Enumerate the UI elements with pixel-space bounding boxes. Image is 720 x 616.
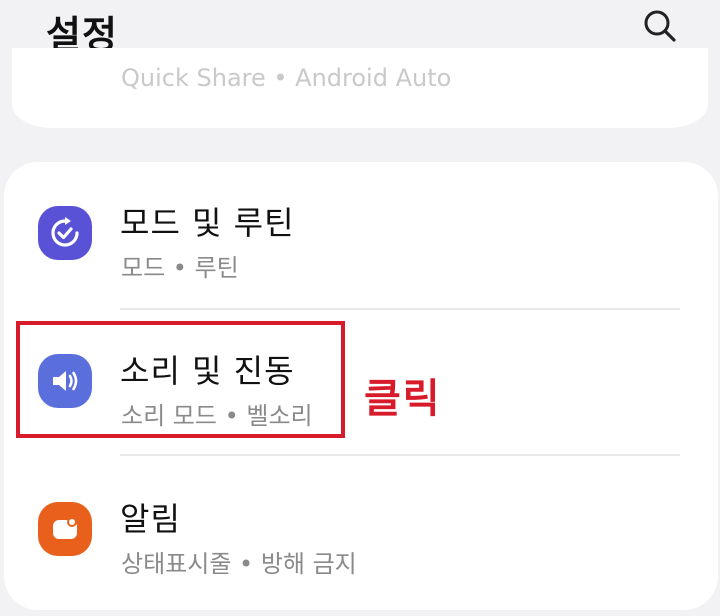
previous-card-subtitle: Quick Share • Android Auto [121, 64, 452, 92]
item-title: 모드 및 루틴 [120, 204, 295, 242]
previous-settings-card[interactable]: Quick Share • Android Auto [12, 48, 708, 128]
notification-icon [38, 502, 92, 556]
search-button[interactable] [638, 4, 682, 48]
search-icon [644, 10, 676, 42]
divider [120, 308, 680, 310]
click-annotation: 클릭 [364, 376, 442, 422]
settings-item-modes-routines[interactable]: 모드 및 루틴 모드 • 루틴 [4, 162, 718, 302]
settings-item-notifications[interactable]: 알림 상태표시줄 • 방해 금지 [4, 458, 718, 598]
modes-routines-icon [38, 206, 92, 260]
item-subtitle: 모드 • 루틴 [121, 254, 239, 282]
highlight-box [16, 321, 345, 438]
item-subtitle: 상태표시줄 • 방해 금지 [121, 550, 357, 578]
divider [120, 454, 680, 456]
item-title: 알림 [120, 500, 181, 538]
